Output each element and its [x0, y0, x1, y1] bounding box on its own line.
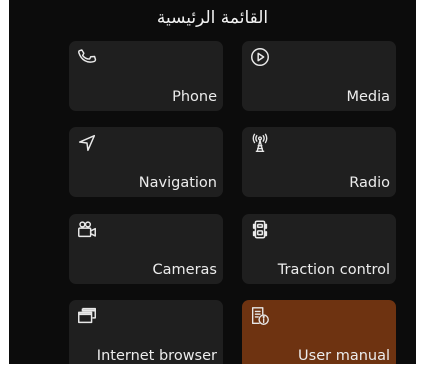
user-manual-label: User manual: [298, 348, 390, 364]
phone-tile[interactable]: Phone: [69, 41, 223, 111]
camera-icon: [76, 219, 98, 241]
internet-browser-label: Internet browser: [96, 348, 217, 364]
navigation-arrow-icon: [76, 132, 98, 154]
traction-control-label: Traction control: [277, 262, 390, 278]
traction-control-icon: [249, 219, 271, 241]
main-menu-screen: القائمة الرئيسية Phone Media Navigation: [9, 0, 416, 370]
radio-label: Radio: [349, 175, 390, 191]
navigation-tile[interactable]: Navigation: [69, 127, 223, 197]
radio-tower-icon: [249, 132, 271, 154]
phone-icon: [76, 46, 98, 68]
browser-windows-icon: [76, 305, 98, 327]
user-manual-tile[interactable]: User manual: [242, 300, 396, 370]
cameras-label: Cameras: [152, 262, 217, 278]
media-label: Media: [346, 89, 390, 105]
cameras-tile[interactable]: Cameras: [69, 214, 223, 284]
phone-label: Phone: [172, 89, 217, 105]
play-icon: [249, 46, 271, 68]
navigation-label: Navigation: [138, 175, 217, 191]
internet-browser-tile[interactable]: Internet browser: [69, 300, 223, 370]
user-manual-icon: [249, 305, 271, 327]
radio-tile[interactable]: Radio: [242, 127, 396, 197]
traction-control-tile[interactable]: Traction control: [242, 214, 396, 284]
page-title: القائمة الرئيسية: [156, 8, 269, 28]
media-tile[interactable]: Media: [242, 41, 396, 111]
